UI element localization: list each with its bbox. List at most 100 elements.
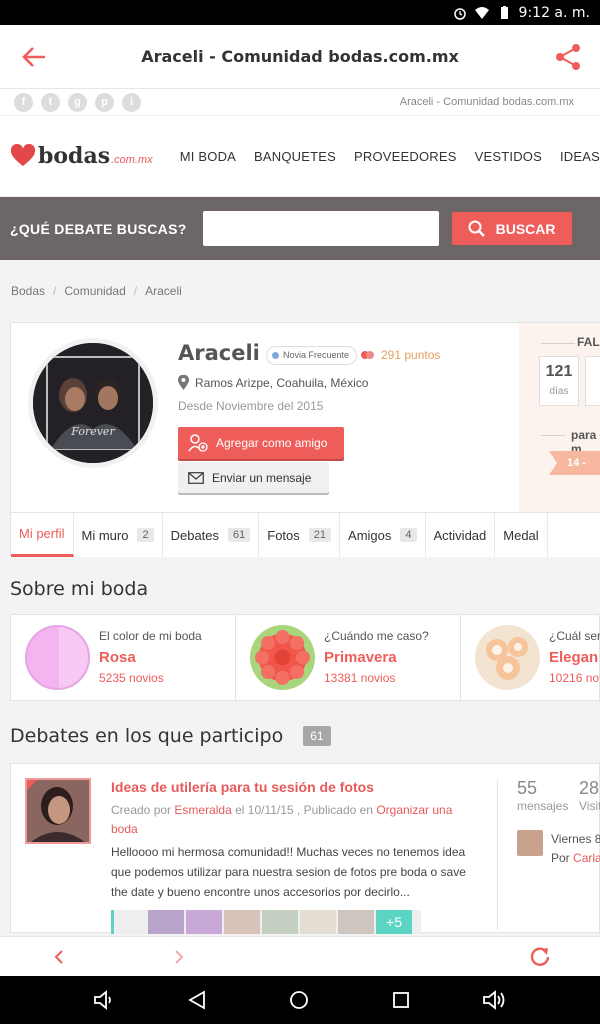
nav-mi-boda[interactable]: MI BODA [180,149,236,164]
send-message-button[interactable]: Enviar un mensaje [178,462,329,493]
debates-title: Debates en los que participo [10,725,284,747]
tab-label: Debates [170,527,220,543]
logo-domain: .com.mx [111,154,153,166]
site-logo[interactable]: bodas .com.mx [10,143,170,169]
debate-category[interactable]: Organizar una [376,803,452,817]
web-content: f t g p i Araceli - Comunidad bodas.com.… [0,89,600,936]
tab-amigos[interactable]: Amigos 4 [340,513,426,557]
debate-author[interactable]: Esmeralda [174,803,231,817]
tab-label: Actividad [433,527,487,543]
hours-unit: ho [586,386,600,397]
profile-tabs: Mi perfil Mi muro 2 Debates 61 Fotos 21 Ami… [11,512,600,557]
wedding-season-item[interactable]: ¿Cuándo me caso? Primavera 13381 novios [236,615,461,700]
tab-count: 21 [308,528,332,542]
points-value: 291 puntos [381,348,441,362]
debate-photo-strip[interactable]: +5 [111,910,421,934]
battery-icon [500,5,508,19]
countdown-days: 121 días [539,356,579,406]
search-icon [468,220,485,237]
volume-down-icon[interactable] [93,989,115,1011]
countdown-divider [541,343,575,344]
style-image [475,625,540,690]
debates-count: 61 [303,726,331,746]
instagram-icon[interactable]: i [122,92,141,112]
countdown-hours: 1 ho [585,356,600,406]
messages-stat: 55 mensajes [517,778,568,813]
twitter-icon[interactable]: t [41,92,60,112]
profile-name: Araceli [178,341,260,365]
wedding-color-item[interactable]: El color de mi boda Rosa 5235 novios [11,615,236,700]
browser-back-icon[interactable] [50,948,68,966]
back-nav-icon[interactable] [186,989,208,1011]
points-icon [361,351,374,359]
breadcrumb: Bodas / Comunidad / Araceli [0,260,600,322]
last-reply-avatar[interactable] [517,830,543,856]
tab-mi-muro[interactable]: Mi muro 2 [74,513,163,557]
debate-title[interactable]: Ideas de utilería para tu sesión de foto… [111,779,374,795]
add-friend-button[interactable]: Agregar como amigo [178,427,344,459]
add-friend-label: Agregar como amigo [216,436,328,450]
reload-icon[interactable] [528,945,552,969]
main-menu: MI BODA BANQUETES PROVEEDORES VESTIDOS I… [180,149,600,164]
debate-item: Ideas de utilería para tu sesión de foto… [10,763,600,934]
season-image [250,625,315,690]
search-button-label: BUSCAR [495,220,556,237]
wedding-style-item[interactable]: ¿Cuál ser Elegan 10216 no [461,615,600,700]
member-since: Desde Noviembre del 2015 [178,399,324,413]
wedding-date-ribbon: 14 - May [549,451,600,475]
search-button[interactable]: BUSCAR [451,212,572,245]
recents-nav-icon[interactable] [390,989,412,1011]
breadcrumb-separator: / [133,284,138,298]
item-label: El color de mi boda [99,629,202,643]
tab-fotos[interactable]: Fotos 21 [259,513,341,557]
debate-category[interactable]: boda [111,822,138,836]
nav-ideas[interactable]: IDEAS [560,149,600,164]
messages-label: mensajes [517,799,569,813]
breadcrumb-current: Araceli [145,284,182,298]
debate-author-avatar[interactable] [25,778,91,844]
alarm-icon [453,7,466,20]
tab-mi-perfil[interactable]: Mi perfil [11,513,74,557]
send-message-label: Enviar un mensaje [212,470,312,485]
site-nav: bodas .com.mx MI BODA BANQUETES PROVEEDO… [0,116,600,197]
strip-photo [300,910,336,934]
tab-count: 4 [400,528,417,542]
status-bar: 9:12 a. m. [0,0,600,25]
back-arrow-icon[interactable] [20,43,48,71]
about-wedding-title: Sobre mi boda [10,578,149,600]
debate-search-bar: ¿QUÉ DEBATE BUSCAS? BUSCAR [0,197,600,260]
last-reply-author[interactable]: Carla [573,851,600,865]
google-plus-icon[interactable]: g [68,92,87,112]
nav-banquetes[interactable]: BANQUETES [254,149,336,164]
tab-debates[interactable]: Debates 61 [163,513,260,557]
nav-proveedores[interactable]: PROVEEDORES [354,149,457,164]
strip-photo [186,910,222,934]
color-swatch [25,625,90,690]
strip-more: +5 [376,910,412,934]
last-reply-prefix: Por [551,851,570,865]
tab-actividad[interactable]: Actividad [426,513,496,557]
home-nav-icon[interactable] [288,989,310,1011]
debates-header: Debates en los que participo 61 [0,725,600,747]
debate-search-input[interactable] [202,211,439,246]
days-value: 121 [545,363,573,380]
created-prefix: Creado por [111,803,172,817]
facebook-icon[interactable]: f [14,92,33,112]
last-reply: Viernes 8 Por Carla [517,830,600,868]
tab-label: Medal [503,527,539,543]
member-badge: Novia Frecuente [266,346,358,365]
wifi-icon [474,6,489,19]
volume-up-icon[interactable] [482,989,506,1011]
nav-vestidos[interactable]: VESTIDOS [475,149,542,164]
breadcrumb-comunidad[interactable]: Comunidad [64,284,125,298]
item-value: Primavera [324,649,397,666]
last-reply-date: Viernes 8 [551,832,600,846]
profile-avatar[interactable]: Forever [28,338,158,468]
browser-forward-icon[interactable] [170,948,188,966]
tab-medallas[interactable]: Medal [495,513,548,557]
item-label: ¿Cuándo me caso? [324,629,429,643]
share-icon[interactable] [554,43,582,71]
breadcrumb-bodas[interactable]: Bodas [11,284,45,298]
clock: 9:12 a. m. [518,4,590,21]
pinterest-icon[interactable]: p [95,92,114,112]
